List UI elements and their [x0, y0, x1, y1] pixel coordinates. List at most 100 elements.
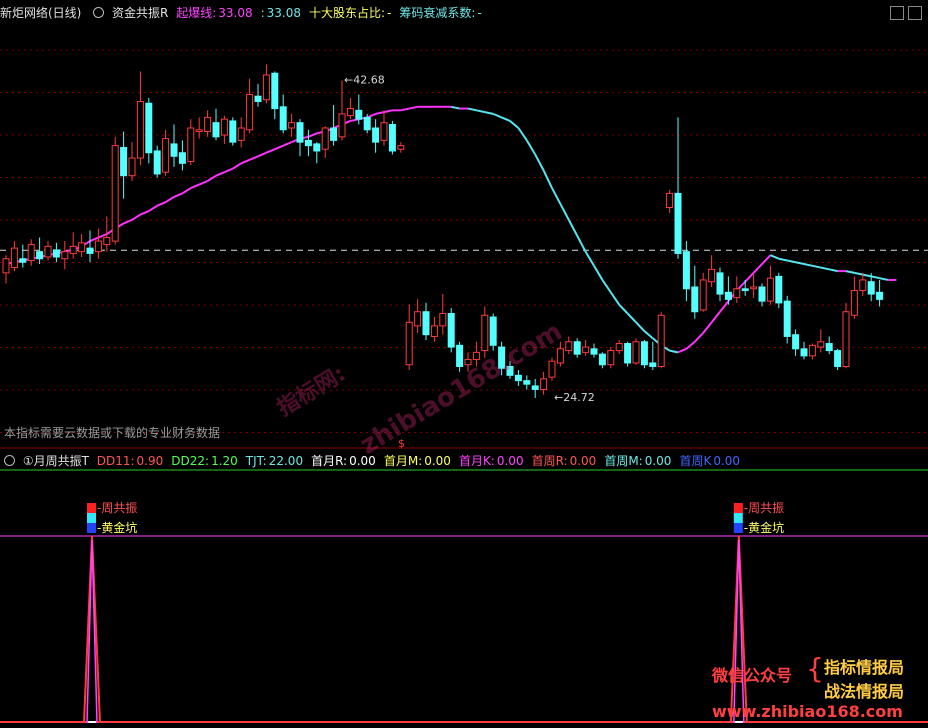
brace-icon: {: [806, 652, 824, 685]
candle-up: [69, 245, 77, 254]
ma-line-segment: [812, 264, 822, 269]
signal-marker-red: [733, 503, 743, 513]
candle-up: [733, 288, 741, 299]
ma-line-segment: [744, 272, 755, 283]
site-url: www.zhibiao168.com: [712, 702, 903, 721]
candle-down: [716, 272, 724, 295]
header-item-value: 0.00: [713, 454, 741, 468]
ma-line-segment: [131, 213, 141, 221]
ma-line-segment: [694, 332, 704, 343]
ma-line-segment: [207, 174, 217, 182]
candle-up: [288, 122, 296, 129]
header-item-label: 首月R:: [311, 454, 348, 468]
candle-up: [808, 344, 816, 357]
header-item-value: 0.90: [136, 454, 164, 468]
candle-down: [489, 316, 497, 346]
candle-down: [640, 341, 648, 366]
header-item-label: 首月M:: [383, 454, 423, 468]
ma-line-segment: [173, 192, 183, 198]
ma-line-segment: [215, 171, 225, 177]
candle-down: [363, 116, 371, 131]
ma-line-segment: [467, 107, 477, 112]
candle-down: [229, 120, 237, 143]
collapse-icon[interactable]: [890, 6, 904, 20]
wechat-label: 微信公众号: [712, 666, 793, 685]
candle-up: [582, 346, 590, 353]
candle-up: [766, 277, 774, 302]
header-item: 筹码衰减系数: -: [399, 4, 485, 21]
header-item-value: 0.00: [569, 454, 597, 468]
candle-up: [540, 378, 548, 390]
candle-down: [355, 109, 363, 120]
indicator2-toggle-icon[interactable]: [4, 455, 15, 466]
candle-up: [607, 350, 615, 366]
ma-line-segment: [165, 196, 175, 204]
candle-up: [2, 258, 10, 274]
signal-label: -黄金坑: [97, 520, 137, 535]
header-item-value: 33.08: [266, 6, 302, 20]
candle-up: [136, 101, 144, 159]
main-chart: ←42.68←24.72-周共振-黄金坑-周共振-黄金坑$: [0, 49, 928, 723]
expand-icon[interactable]: [908, 6, 922, 20]
candle-up: [78, 242, 86, 253]
ma-line-segment: [282, 141, 292, 147]
candle-up: [380, 122, 388, 141]
candle-down: [178, 152, 186, 164]
candle-down: [52, 249, 60, 258]
ma-line-segment: [274, 144, 284, 151]
candle-up: [44, 245, 52, 258]
ma-line-segment: [601, 279, 612, 293]
candle-down: [825, 343, 833, 352]
ma-line-segment: [308, 132, 318, 138]
candle-down: [372, 127, 380, 143]
stock-name[interactable]: 新炬网络(日线): [0, 4, 81, 21]
candle-down: [792, 334, 800, 350]
ma-line-segment: [98, 233, 108, 239]
signal-marker-blue: [87, 523, 96, 533]
candle-up: [565, 341, 573, 352]
candle-up: [321, 127, 329, 150]
header-item: TJT: 22.00: [246, 454, 307, 468]
candle-down: [775, 275, 783, 304]
ma-line-segment: [752, 263, 763, 274]
candle-down: [514, 374, 522, 382]
candle-up: [94, 240, 102, 253]
indicator-toggle-icon[interactable]: [93, 7, 105, 18]
ma-line-segment: [567, 219, 579, 237]
ma-line-segment: [190, 183, 200, 189]
header-item-value: -: [387, 6, 392, 20]
candle-up: [472, 351, 480, 360]
signal-marker-cyan: [733, 513, 743, 523]
candle-up: [128, 157, 136, 177]
candle-down: [758, 286, 766, 302]
header-item-value: 22.00: [268, 454, 304, 468]
candle-up: [27, 244, 35, 262]
header-item: :33.08: [261, 6, 305, 20]
ma-line-segment: [140, 210, 150, 216]
candle-down: [741, 288, 749, 292]
header-item-value: 0.00: [424, 454, 451, 468]
candle-up: [699, 279, 707, 311]
ma-line-segment: [795, 261, 805, 266]
ma-line-segment: [576, 235, 587, 253]
ma-line-segment: [618, 303, 629, 315]
header-item-value: -: [477, 6, 482, 20]
ma-line-segment: [786, 259, 796, 264]
ma-line-segment: [224, 167, 234, 174]
header-item: 起爆线: 33.08: [176, 4, 256, 21]
ma-line-segment: [870, 275, 880, 280]
candle-down: [531, 385, 539, 390]
candle-down: [649, 362, 657, 368]
candle-down: [573, 341, 581, 355]
ma-line-segment: [517, 127, 528, 141]
price-annotation: ←42.68: [344, 74, 385, 87]
ma-line-segment: [551, 187, 562, 205]
candle-down: [876, 291, 884, 300]
candle-down: [153, 150, 161, 175]
ma-line-segment: [375, 111, 385, 115]
indicator2-title[interactable]: ①月周共振T: [23, 452, 89, 469]
candle-up: [632, 341, 640, 364]
ma-line-segment: [266, 148, 276, 154]
signal-marker-red: [87, 503, 96, 513]
indicator-name[interactable]: 资金共振R: [112, 4, 168, 21]
